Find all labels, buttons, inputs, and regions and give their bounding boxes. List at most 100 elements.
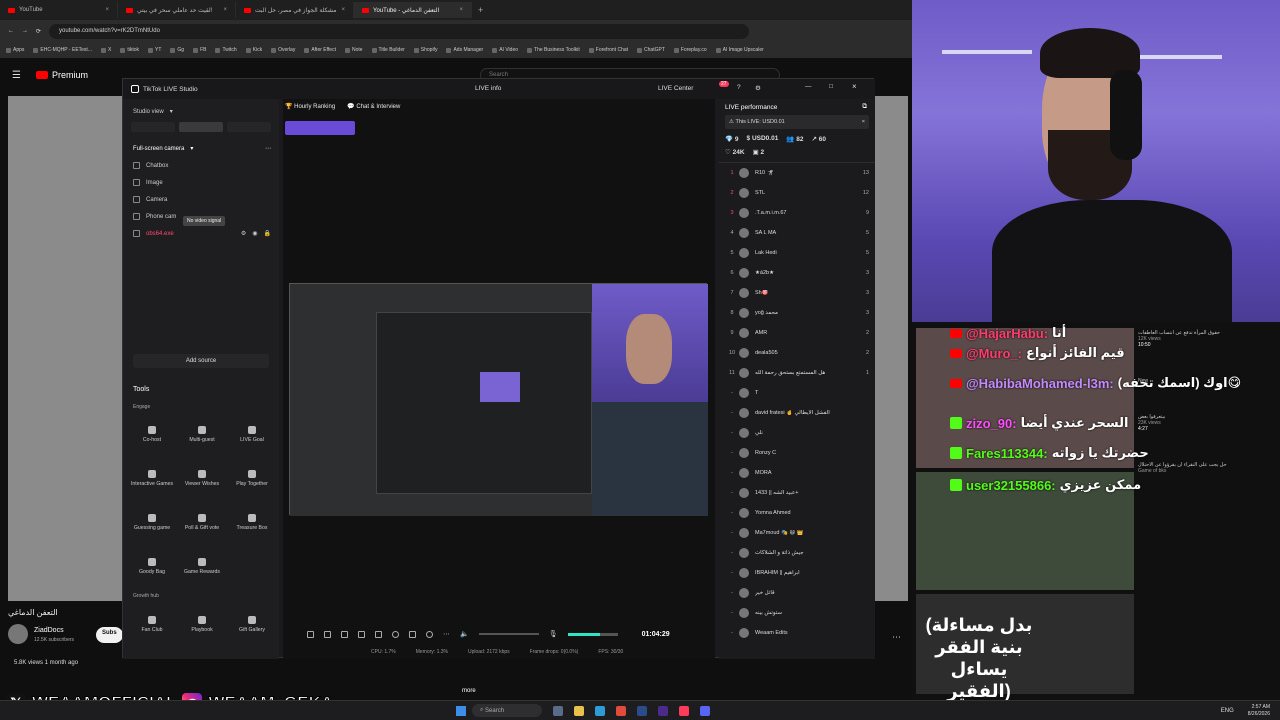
bookmark-item[interactable]: AI Video [492,47,518,53]
photoshop-icon[interactable] [637,705,647,716]
popout-icon[interactable]: ⧉ [862,103,875,111]
bookmark-item[interactable]: Overlay [271,47,295,53]
chat-interview-tab[interactable]: 💬 Chat & Interview [347,103,400,110]
browser-tab-2[interactable]: لقيت حد عاملي سحر في بيتي! × [118,2,236,18]
bookmark-item[interactable]: Note [344,47,363,53]
bookmark-item[interactable]: EHC-MQHP - EETest... [33,47,92,53]
record-icon[interactable] [392,630,399,638]
gear-icon[interactable]: ⚙ [241,230,246,237]
bookmark-item[interactable]: Foreplay.co [673,47,707,53]
bookmark-item[interactable]: X [101,47,111,53]
leaderboard-row[interactable]: 8 yoğ محمد 3 [719,303,875,323]
mixer-icon[interactable] [409,630,416,638]
url-field[interactable]: youtube.com/watch?v=rK2DTmNtUdo [49,23,750,39]
leaderboard-row[interactable]: - ستوتش بينه [719,603,875,623]
layout-dual-button[interactable] [227,122,271,132]
task-view-icon[interactable] [553,705,563,716]
close-icon[interactable]: × [852,82,857,91]
leaderboard-row[interactable]: - عبيد الشه || 1433+ [719,483,875,503]
recommendation-item[interactable]: حقوق المرأة تدفع عن انتساب العاطفات 12K v… [1138,330,1278,348]
forward-icon[interactable]: → [22,28,28,34]
layout-portrait-button[interactable] [131,122,175,132]
leaderboard-row[interactable]: - جيش ذاتة و الشلاكات [719,543,875,563]
tool-game-rewards[interactable]: Game Rewards [177,547,227,585]
more-icon[interactable]: ⋯ [265,145,279,152]
live-info-link[interactable]: LIVE info [475,85,501,92]
close-icon[interactable]: × [459,7,463,13]
video-player-left[interactable] [8,96,123,601]
layout-landscape-button[interactable] [179,122,223,132]
leaderboard-row[interactable]: 4 SA L MA 5 [719,223,875,243]
alert-widget[interactable] [285,121,355,135]
tool-co-host[interactable]: Co-host [127,415,177,453]
leaderboard-row[interactable]: 9 AMR 2 [719,323,875,343]
bookmark-item[interactable]: ChatGPT [637,47,665,53]
source-item[interactable]: Image [123,174,279,191]
phone-icon[interactable] [375,630,382,638]
notification-badge[interactable]: 27 [719,81,729,87]
language-indicator[interactable]: ENG [1221,708,1234,714]
add-source-button[interactable]: Add source [133,354,269,368]
tiktok-studio-icon[interactable] [679,705,689,716]
leaderboard-row[interactable]: 2 STL 12 [719,183,875,203]
back-icon[interactable]: ← [8,28,14,34]
bookmark-item[interactable]: Kick [245,47,262,53]
clock[interactable]: 2:57 AM 8/26/2026 [1248,704,1280,718]
source-item[interactable]: Camera [123,191,279,208]
bookmark-item[interactable]: tiktok [120,47,139,53]
bookmark-item[interactable]: Shopify [413,47,437,53]
tool-treasure-box[interactable]: Treasure Box [227,503,277,541]
discord-icon[interactable] [700,705,710,716]
tool-guessing-game[interactable]: Guessing game [127,503,177,541]
tool-gift-gallery[interactable]: Gift Gallery [227,605,277,643]
leaderboard-row[interactable]: -T [719,383,875,403]
stream-preview[interactable] [289,283,708,516]
tool-poll-gift-vote[interactable]: Poll & Gift vote [177,503,227,541]
volume-icon[interactable]: 🔈 [460,630,469,638]
windows-start-icon[interactable] [456,705,466,716]
video-thumbnail[interactable]: (بدل مساءلة بنية الفقر يساءل الفقير) [916,594,1134,701]
volume-slider[interactable] [478,633,539,635]
reload-icon[interactable]: ⟳ [36,28,41,35]
leaderboard-row[interactable]: - Yomna Ahmed [719,503,875,523]
close-icon[interactable]: × [862,119,869,125]
bookmark-item[interactable]: Forefront Chat [588,47,628,53]
help-icon[interactable]: ? [737,84,741,91]
leaderboard-row[interactable]: - قاتل خير [719,583,875,603]
leaderboard-row[interactable]: - Weaam Edits [719,623,875,643]
video-player-right[interactable] [872,96,908,601]
new-tab-button[interactable]: + [472,5,483,15]
tool-interactive-games[interactable]: Interactive Games [127,459,177,497]
chrome-icon[interactable] [616,705,626,716]
tool-playbook[interactable]: Playbook [177,605,227,643]
recommendation-item[interactable]: حل يجب على النقراء ان يقرؤوا عن الاحتلال… [1138,462,1278,474]
leaderboard-row[interactable]: - Ronzy C [719,443,875,463]
bookmark-item[interactable]: Twitch [215,47,237,53]
description-more[interactable]: more [462,688,476,694]
bookmark-item[interactable]: AI Image Upscaler [715,47,764,53]
microphone-icon[interactable]: 🎙 [549,630,558,638]
leaderboard-row[interactable]: - IBRAHIM || ابراهيم [719,563,875,583]
gear-icon[interactable] [426,630,433,638]
browser-tab-3[interactable]: مشكلة الجواز في مصر، حل البت × [236,2,354,18]
premiere-icon[interactable] [658,705,668,716]
source-item[interactable]: obs64.exe ⚙ ◉ 🔒 [123,225,279,242]
settings-icon[interactable]: ⚙ [755,84,761,92]
leaderboard-row[interactable]: - MORA [719,463,875,483]
tool-live-goal[interactable]: LIVE Goal [227,415,277,453]
media-icon[interactable] [358,630,365,638]
leaderboard-row[interactable]: - نلي [719,423,875,443]
bookmark-item[interactable]: FB [193,47,206,53]
eye-icon[interactable]: ◉ [252,230,257,237]
more-icon[interactable]: ⋯ [443,630,450,638]
leaderboard-row[interactable]: 5 Lak Hedi 5 [719,243,875,263]
scene-dropdown[interactable]: Full-screen camera ▾ ⋯ [123,140,279,157]
leaderboard-row[interactable]: 6 ★á2b★ 3 [719,263,875,283]
close-icon[interactable]: × [105,7,109,13]
bookmark-item[interactable]: YT [148,47,161,53]
leaderboard-row[interactable]: 7 Sh🎯 3 [719,283,875,303]
leaderboard-row[interactable]: - Ma7moud 🎭 😄 👑 [719,523,875,543]
tool-play-together[interactable]: Play Together [227,459,277,497]
leaderboard-row[interactable]: - david fratesi 🤞 الفشل الأيطالي [719,403,875,423]
bookmark-item[interactable]: Apps [6,47,24,53]
